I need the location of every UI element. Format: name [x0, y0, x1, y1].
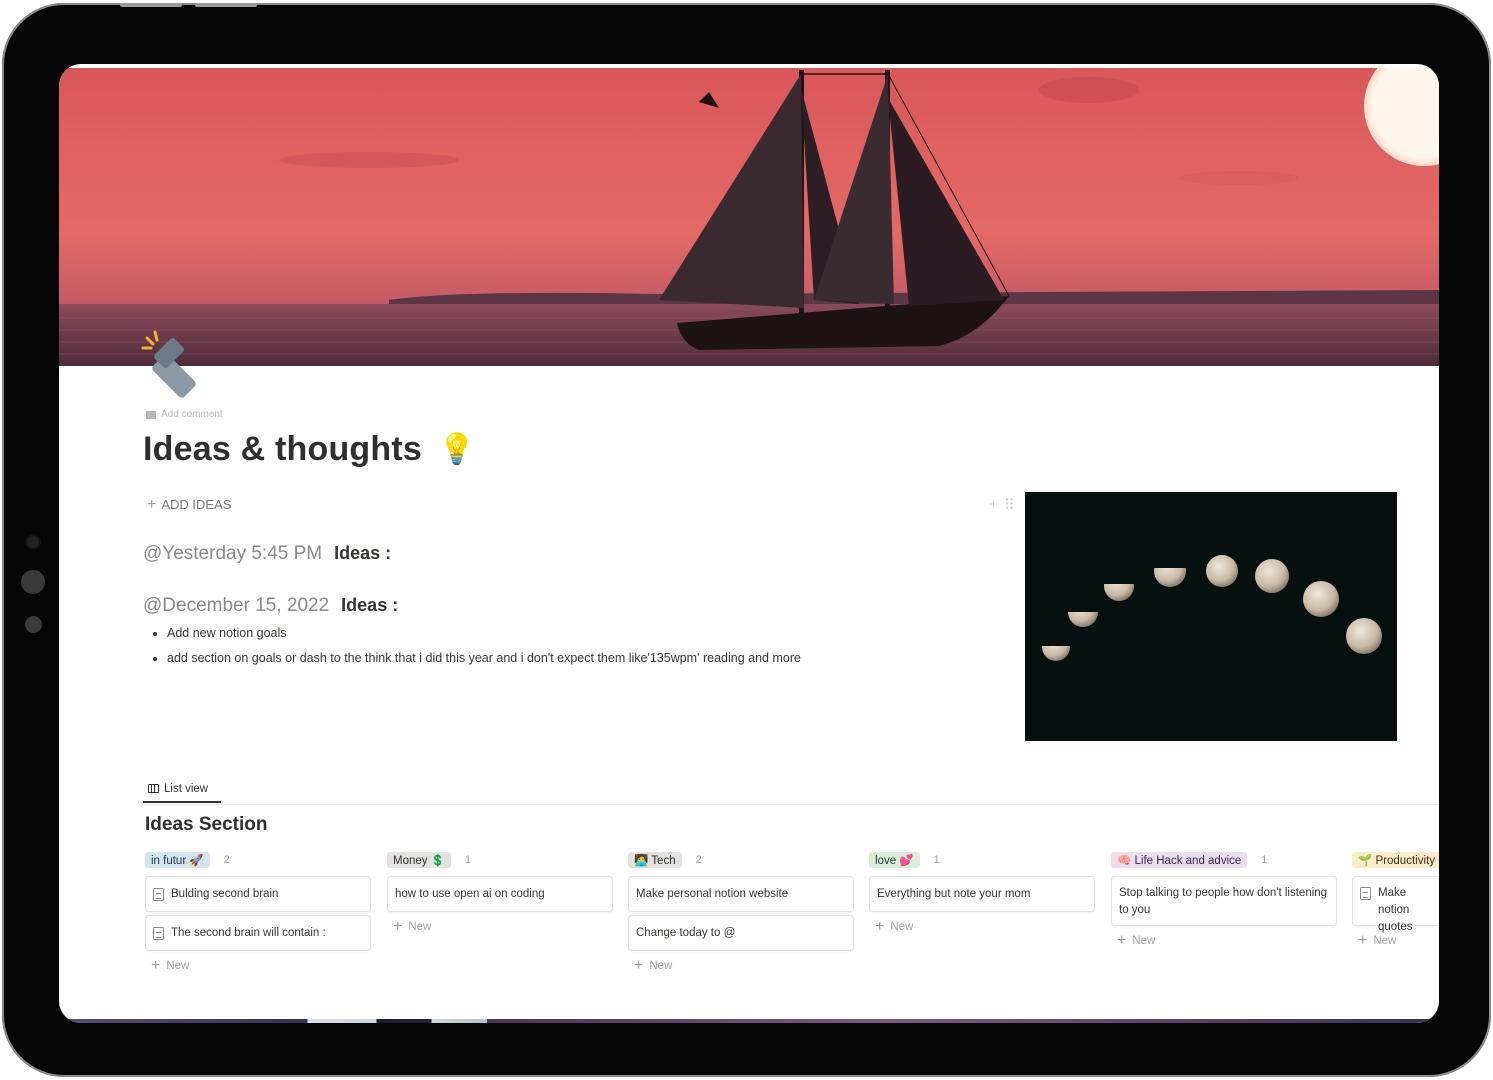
board-column: 🌱 Productivity Make notion quotes + New: [1352, 851, 1439, 953]
list-item[interactable]: add section on goals or dash to the thin…: [167, 651, 801, 665]
group-count: 2: [223, 854, 230, 866]
group-count: 1: [1261, 854, 1268, 866]
column-header[interactable]: Money 💲 1: [387, 851, 613, 869]
hardware-button: [195, 3, 257, 7]
group-tag: Money 💲: [387, 852, 452, 868]
list-item[interactable]: Add new notion goals: [167, 626, 801, 640]
cover-image[interactable]: [59, 68, 1439, 366]
group-tag: 🧑‍💻 Tech: [628, 852, 682, 868]
plus-icon: +: [634, 957, 644, 974]
database-title[interactable]: Ideas Section: [145, 814, 268, 836]
new-card-button[interactable]: + New: [869, 915, 1095, 939]
plus-icon: +: [1117, 932, 1127, 949]
plus-icon: +: [875, 918, 885, 935]
moon-phases-image[interactable]: [1025, 492, 1397, 741]
board-card[interactable]: Everything but note your mom: [869, 876, 1095, 912]
drag-handle-icon[interactable]: ⠿: [1004, 496, 1015, 514]
board-column: love 💕 1 Everything but note your mom + …: [869, 851, 1095, 939]
tab-list-view[interactable]: List view: [143, 776, 221, 803]
board-card[interactable]: The second brain will contain :: [145, 915, 371, 951]
sensor-icon: [25, 616, 42, 633]
group-count: 1: [933, 854, 940, 866]
new-card-button[interactable]: + New: [145, 954, 371, 978]
board-column: Money 💲 1 how to use open ai on coding +…: [387, 851, 613, 939]
plus-icon: +: [147, 495, 157, 513]
board-card[interactable]: Bulding second brain: [145, 876, 371, 912]
block-handles[interactable]: + ⠿: [989, 496, 1015, 514]
idea-entry: @Yesterday 5:45 PM Ideas :: [143, 543, 391, 565]
group-tag: love 💕: [869, 852, 920, 868]
board-card[interactable]: Make personal notion website: [628, 876, 854, 912]
entry-label: Ideas :: [341, 595, 399, 615]
add-ideas-button[interactable]: + ADD IDEAS: [147, 495, 231, 513]
plus-icon: +: [1358, 932, 1368, 949]
entry-label: Ideas :: [334, 543, 392, 563]
page-icon: [153, 927, 164, 940]
column-header[interactable]: 🧑‍💻 Tech 2: [628, 851, 854, 869]
group-count: 1: [465, 854, 472, 866]
page-icon: [1360, 887, 1371, 900]
sailboat-sunset-image: [59, 68, 1439, 366]
date-mention[interactable]: @Yesterday 5:45 PM: [143, 543, 322, 565]
plus-icon: +: [151, 957, 161, 974]
board-card[interactable]: how to use open ai on coding: [387, 876, 613, 912]
date-mention[interactable]: @December 15, 2022: [143, 595, 329, 617]
sensor-icon: [21, 570, 45, 594]
group-tag: 🧠 Life Hack and advice: [1111, 852, 1248, 868]
idea-entry: @December 15, 2022 Ideas :: [143, 595, 398, 617]
new-card-button[interactable]: + New: [1111, 929, 1337, 953]
add-comment-button[interactable]: Add comment: [146, 409, 223, 420]
board-card[interactable]: Change today to @: [628, 915, 854, 951]
comment-icon: [146, 410, 156, 419]
column-header[interactable]: love 💕 1: [869, 851, 1095, 869]
view-tabs: List view: [143, 776, 1439, 805]
lightbulb-icon: 💡: [438, 433, 476, 466]
group-tag: 🌱 Productivity: [1352, 852, 1439, 868]
group-tag: in futur 🚀: [145, 852, 210, 868]
board-icon: [148, 784, 159, 793]
flashlight-icon[interactable]: [141, 330, 215, 400]
hardware-button: [120, 3, 182, 7]
board-column: in futur 🚀 2 Bulding second brain The se…: [145, 851, 371, 978]
column-header[interactable]: 🧠 Life Hack and advice 1: [1111, 851, 1337, 869]
group-count: 2: [695, 854, 702, 866]
board-card[interactable]: Make notion quotes: [1352, 876, 1439, 933]
new-card-button[interactable]: + New: [387, 915, 613, 939]
notion-page: Add comment Ideas & thoughts 💡 + ADD IDE…: [59, 64, 1439, 1023]
page-title[interactable]: Ideas & thoughts 💡: [143, 430, 476, 469]
plus-icon: +: [393, 918, 403, 935]
bullet-list: Add new notion goals add section on goal…: [149, 626, 801, 676]
board-view: in futur 🚀 2 Bulding second brain The se…: [145, 851, 1439, 1021]
column-header[interactable]: in futur 🚀 2: [145, 851, 371, 869]
page-icon: [153, 888, 164, 901]
column-header[interactable]: 🌱 Productivity: [1352, 851, 1439, 869]
add-block-icon[interactable]: +: [989, 496, 998, 514]
tablet-frame: Add comment Ideas & thoughts 💡 + ADD IDE…: [2, 3, 1491, 1077]
board-column: 🧠 Life Hack and advice 1 Stop talking to…: [1111, 851, 1337, 953]
camera-icon: [27, 536, 39, 548]
board-column: 🧑‍💻 Tech 2 Make personal notion website …: [628, 851, 854, 978]
new-card-button[interactable]: + New: [628, 954, 854, 978]
taskbar-strip: [59, 1019, 1439, 1023]
board-card[interactable]: Stop talking to people how don't listeni…: [1111, 876, 1337, 926]
